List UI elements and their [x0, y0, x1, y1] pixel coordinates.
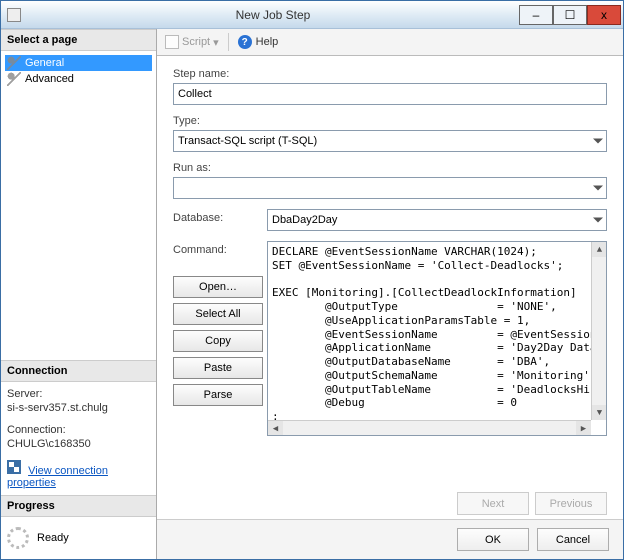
conn-label: Connection:	[7, 424, 150, 436]
view-connection-properties-link[interactable]: View connection properties	[7, 465, 108, 489]
scrollbar-horizontal[interactable]: ◀ ▶	[268, 420, 591, 435]
step-name-input[interactable]	[173, 83, 607, 105]
window-title: New Job Step	[27, 8, 519, 22]
command-label: Command:	[173, 244, 253, 256]
script-icon	[165, 35, 179, 49]
separator	[228, 33, 229, 51]
script-label: Script	[182, 36, 210, 48]
right-pane: Script ▾ ? Help Step name: Type:	[157, 29, 623, 559]
open-button[interactable]: Open…	[173, 276, 263, 298]
page-item-general[interactable]: General	[5, 55, 152, 71]
runas-label: Run as:	[173, 162, 607, 174]
scrollbar-vertical[interactable]: ▲ ▼	[591, 242, 606, 420]
command-textarea[interactable]: DECLARE @EventSessionName VARCHAR(1024);…	[267, 241, 607, 436]
conn-value: CHULG\c168350	[7, 438, 150, 450]
command-content[interactable]: DECLARE @EventSessionName VARCHAR(1024);…	[268, 242, 591, 420]
copy-button[interactable]: Copy	[173, 330, 263, 352]
titlebar[interactable]: New Job Step – ☐ x	[1, 1, 623, 29]
step-name-label: Step name:	[173, 68, 607, 80]
database-label: Database:	[173, 209, 253, 224]
select-page-heading: Select a page	[1, 29, 156, 51]
scroll-down-icon[interactable]: ▼	[592, 405, 607, 420]
footer: OK Cancel	[157, 519, 623, 559]
previous-button[interactable]: Previous	[535, 492, 607, 515]
server-label: Server:	[7, 388, 150, 400]
help-icon: ?	[238, 35, 252, 49]
page-item-label: Advanced	[25, 73, 74, 85]
help-label: Help	[256, 36, 279, 48]
app-icon	[7, 8, 21, 22]
connection-heading: Connection	[1, 360, 156, 382]
cancel-button[interactable]: Cancel	[537, 528, 609, 551]
progress-spinner-icon	[7, 527, 29, 549]
chevron-down-icon: ▾	[213, 36, 219, 49]
scroll-left-icon[interactable]: ◀	[268, 421, 283, 436]
runas-select[interactable]	[173, 177, 607, 199]
scroll-up-icon[interactable]: ▲	[592, 242, 607, 257]
server-value: si-s-serv357.st.chulg	[7, 402, 150, 414]
connection-icon	[7, 460, 21, 474]
form-area: Step name: Type: Run as: Databas	[157, 56, 623, 482]
ok-button[interactable]: OK	[457, 528, 529, 551]
parse-button[interactable]: Parse	[173, 384, 263, 406]
scroll-right-icon[interactable]: ▶	[576, 421, 591, 436]
maximize-button[interactable]: ☐	[553, 5, 587, 25]
window-root: New Job Step – ☐ x Select a page General…	[0, 0, 624, 560]
help-button[interactable]: ? Help	[238, 35, 279, 49]
type-label: Type:	[173, 115, 607, 127]
progress-heading: Progress	[1, 495, 156, 517]
paste-button[interactable]: Paste	[173, 357, 263, 379]
close-button[interactable]: x	[587, 5, 621, 25]
database-select[interactable]	[267, 209, 607, 231]
progress-status: Ready	[37, 532, 69, 544]
left-pane: Select a page General Advanced Connectio…	[1, 29, 157, 559]
wrench-icon	[7, 72, 21, 86]
script-button[interactable]: Script ▾	[165, 35, 219, 49]
page-item-advanced[interactable]: Advanced	[5, 71, 152, 87]
select-all-button[interactable]: Select All	[173, 303, 263, 325]
toolbar: Script ▾ ? Help	[157, 29, 623, 56]
next-button[interactable]: Next	[457, 492, 529, 515]
type-select[interactable]	[173, 130, 607, 152]
wrench-icon	[7, 56, 21, 70]
page-item-label: General	[25, 57, 64, 69]
nav-row: Next Previous	[157, 482, 623, 519]
minimize-button[interactable]: –	[519, 5, 553, 25]
